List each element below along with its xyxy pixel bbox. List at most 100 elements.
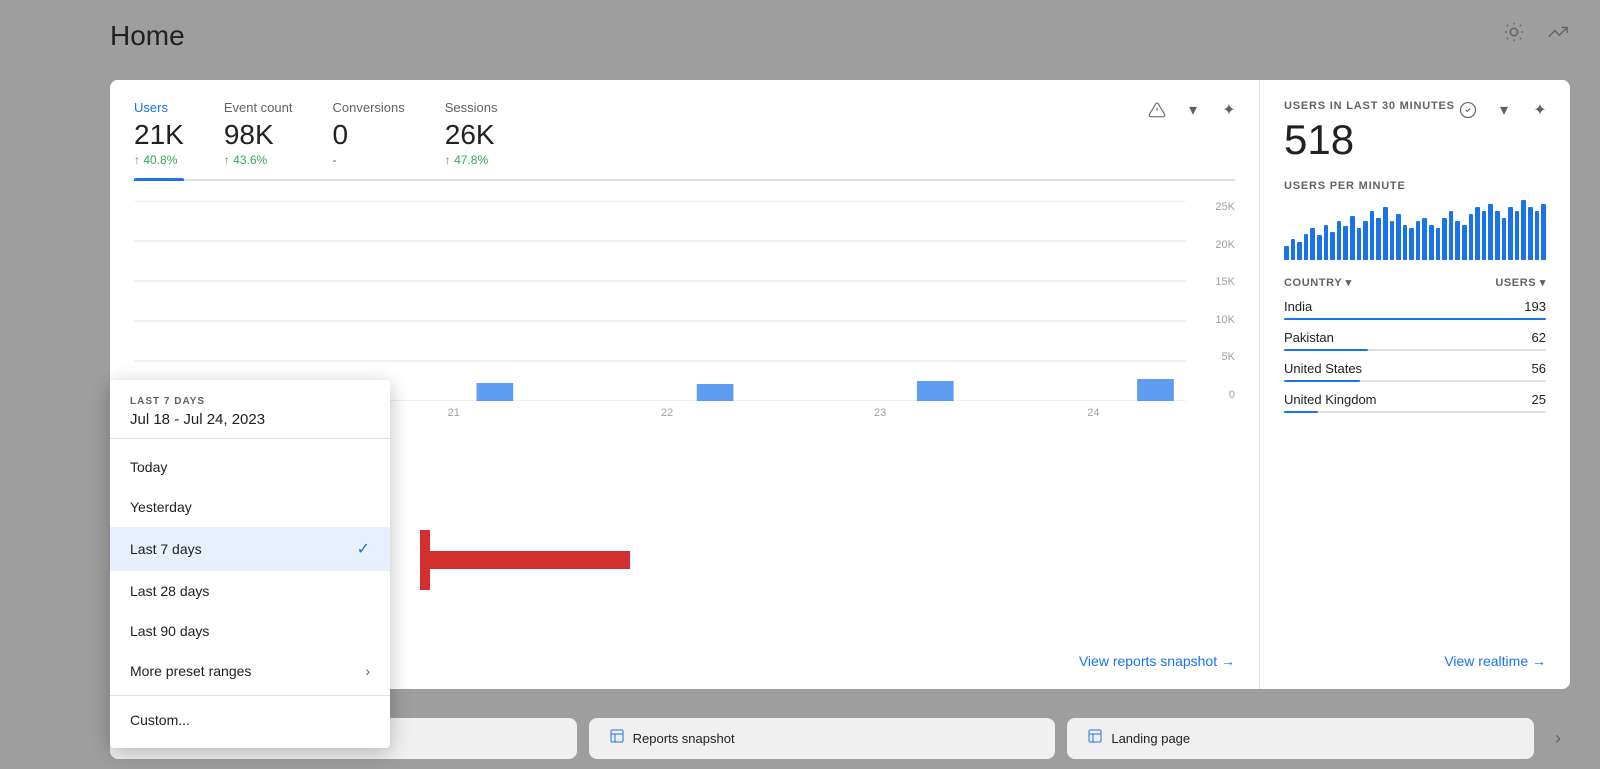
tab-users[interactable]: Users 21K ↑ 40.8% [134, 100, 184, 179]
event-count-value: 98K [224, 119, 293, 151]
mini-bar [1310, 228, 1315, 260]
view-realtime-link[interactable]: View realtime → [1444, 653, 1546, 669]
country-bar-bg [1284, 349, 1546, 351]
red-arrow-indicator [420, 530, 640, 595]
chart-controls: ▾ ✦ [1143, 96, 1243, 124]
country-name: Pakistan [1284, 330, 1334, 345]
tab-conversions[interactable]: Conversions 0 - [332, 100, 404, 179]
check-circle-icon[interactable] [1454, 96, 1482, 124]
mini-bar [1363, 221, 1368, 260]
dropdown-divider [110, 695, 390, 696]
mini-bar [1535, 211, 1540, 260]
country-users: 25 [1532, 392, 1546, 407]
dropdown-item-last90[interactable]: Last 90 days [110, 611, 390, 651]
mini-bar [1502, 218, 1507, 260]
mini-bar [1475, 207, 1480, 260]
mini-bar [1541, 204, 1546, 260]
mini-bar [1297, 242, 1302, 260]
mini-bar [1422, 218, 1427, 260]
x-label-24: 24 [1087, 407, 1099, 419]
sessions-change: ↑ 47.8% [445, 153, 498, 167]
mini-bar [1396, 214, 1401, 260]
y-axis: 25K 20K 15K 10K 5K 0 [1200, 201, 1235, 401]
dropdown-date-range: Jul 18 - Jul 24, 2023 [130, 411, 370, 428]
page-wrapper: Home [0, 0, 1600, 769]
realtime-dropdown-icon[interactable]: ▾ [1490, 96, 1518, 124]
x-label-21: 21 [448, 407, 460, 419]
dropdown-header-label: LAST 7 DAYS [130, 396, 370, 407]
dropdown-item-more-preset[interactable]: More preset ranges › [110, 651, 390, 691]
country-table-header: COUNTRY ▾ USERS ▾ [1284, 276, 1546, 289]
sparkle-icon[interactable]: ✦ [1215, 96, 1243, 124]
y-label-20k: 20K [1215, 239, 1235, 251]
y-label-10k: 10K [1215, 314, 1235, 326]
dropdown-item-today[interactable]: Today [110, 447, 390, 487]
dropdown-item-yesterday[interactable]: Yesterday [110, 487, 390, 527]
country-table: COUNTRY ▾ USERS ▾ India 193 Pakistan 62 … [1284, 276, 1546, 413]
mini-bar [1416, 221, 1421, 260]
trending-icon[interactable] [1546, 20, 1570, 44]
mini-bar [1343, 226, 1348, 260]
mini-bar [1370, 211, 1375, 260]
y-label-25k: 25K [1215, 201, 1235, 213]
view-reports-snapshot-link[interactable]: View reports snapshot → [1079, 653, 1235, 669]
tab-sessions[interactable]: Sessions 26K ↑ 47.8% [445, 100, 498, 179]
country-bar-fill [1284, 349, 1368, 351]
tab-event-count[interactable]: Event count 98K ↑ 43.6% [224, 100, 293, 179]
x-label-22: 22 [661, 407, 673, 419]
metric-tabs: Users 21K ↑ 40.8% Event count 98K ↑ 43.6… [134, 100, 1235, 181]
mini-bar [1442, 218, 1447, 260]
users-label: Users [134, 100, 184, 115]
mini-bar [1488, 204, 1493, 260]
alert-icon[interactable] [1143, 96, 1171, 124]
event-count-label: Event count [224, 100, 293, 115]
country-bar-bg [1284, 411, 1546, 413]
scroll-right-icon[interactable]: › [1546, 718, 1570, 759]
country-name: India [1284, 299, 1312, 314]
y-label-15k: 15K [1215, 276, 1235, 288]
mini-bar [1357, 228, 1362, 260]
bottom-tab-reports[interactable]: Reports snapshot [589, 718, 1056, 759]
date-range-dropdown: LAST 7 DAYS Jul 18 - Jul 24, 2023 Today … [110, 380, 390, 748]
country-row: United Kingdom 25 [1284, 392, 1546, 413]
mini-bar [1521, 200, 1526, 260]
mini-bar [1304, 234, 1309, 260]
country-users: 56 [1532, 361, 1546, 376]
mini-bar [1403, 225, 1408, 260]
mini-bar [1469, 214, 1474, 260]
lightbulb-icon[interactable] [1502, 20, 1526, 44]
realtime-sparkle-icon[interactable]: ✦ [1526, 96, 1554, 124]
mini-bar [1317, 235, 1322, 260]
top-right-icons [1502, 20, 1570, 44]
dropdown-item-last28[interactable]: Last 28 days [110, 571, 390, 611]
mini-bar [1436, 228, 1441, 260]
alert-dropdown-icon[interactable]: ▾ [1179, 96, 1207, 124]
country-bar-fill [1284, 411, 1318, 413]
mini-bar [1508, 207, 1513, 260]
chevron-right-icon: › [365, 663, 370, 679]
reports-icon [609, 728, 625, 749]
dropdown-items: Today Yesterday Last 7 days ✓ Last 28 da… [110, 439, 390, 748]
check-icon: ✓ [357, 539, 370, 559]
realtime-controls: ▾ ✦ [1454, 96, 1554, 124]
right-panel: USERS IN LAST 30 MINUTES 518 ▾ ✦ USERS P… [1260, 80, 1570, 689]
landing-icon [1087, 728, 1103, 749]
mini-bar [1429, 225, 1434, 260]
mini-bar [1455, 221, 1460, 260]
mini-bar [1449, 211, 1454, 260]
country-col-header[interactable]: COUNTRY ▾ [1284, 276, 1352, 289]
mini-bar [1330, 232, 1335, 260]
conversions-change: - [332, 153, 404, 167]
mini-bar-chart [1284, 200, 1546, 260]
bottom-tab-landing[interactable]: Landing page [1067, 718, 1534, 759]
users-col-header[interactable]: USERS ▾ [1495, 276, 1546, 289]
conversions-value: 0 [332, 119, 404, 151]
sessions-value: 26K [445, 119, 498, 151]
country-name: United States [1284, 361, 1362, 376]
dropdown-item-last7[interactable]: Last 7 days ✓ [110, 527, 390, 571]
sessions-label: Sessions [445, 100, 498, 115]
country-users: 193 [1524, 299, 1546, 314]
country-row: Pakistan 62 [1284, 330, 1546, 351]
landing-label: Landing page [1111, 731, 1190, 746]
dropdown-item-custom[interactable]: Custom... [110, 700, 390, 740]
